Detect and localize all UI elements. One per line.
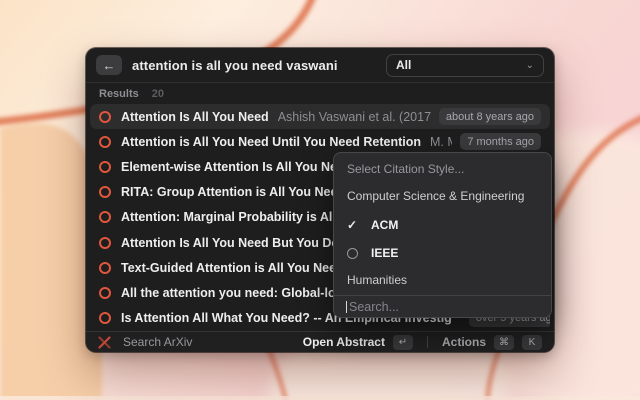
search-header: ← attention is all you need vaswani All …: [86, 48, 554, 82]
circle-icon: [99, 287, 111, 299]
citation-style-list: Select Citation Style... Computer Scienc…: [334, 153, 551, 295]
result-author: Ashish Vaswani et al. (2017): [278, 110, 431, 124]
results-label: Results: [99, 88, 139, 100]
radio-circle-icon: [347, 248, 358, 259]
result-author: M. Murat Yaslioglu (2025): [430, 135, 452, 149]
citation-option-label: IEEE: [371, 246, 398, 260]
circle-icon: [99, 111, 111, 123]
chevron-down-icon: ⌄: [526, 60, 534, 71]
result-age-badge: 7 months ago: [460, 133, 541, 150]
result-row-2[interactable]: Attention is All You Need Until You Need…: [90, 129, 550, 154]
circle-icon: [99, 237, 111, 249]
command-key-icon: ⌘: [494, 335, 514, 350]
result-title: Element-wise Attention Is All You Need: [121, 160, 352, 174]
result-age-badge: about 8 years ago: [439, 108, 541, 125]
citation-dropdown-placeholder: Select Citation Style...: [340, 162, 545, 176]
check-icon: ✓: [347, 218, 357, 232]
results-count: 20: [152, 88, 164, 100]
citation-search-placeholder: Search...: [349, 300, 399, 314]
footer-divider: [427, 336, 428, 348]
results-bar: Results 20: [86, 83, 554, 104]
circle-icon: [99, 211, 111, 223]
extension-name: Search ArXiv: [123, 335, 192, 349]
actions-button[interactable]: Actions: [442, 335, 486, 349]
footer-bar: Search ArXiv Open Abstract ↵ Actions ⌘ K: [86, 331, 554, 352]
text-cursor: [346, 301, 347, 313]
arxiv-logo-icon: [98, 336, 111, 349]
circle-icon: [99, 186, 111, 198]
citation-option-label: ACM: [371, 218, 398, 232]
circle-icon: [99, 136, 111, 148]
return-key-icon: ↵: [393, 335, 413, 350]
open-abstract-button[interactable]: Open Abstract: [303, 335, 385, 349]
citation-style-dropdown: Select Citation Style... Computer Scienc…: [333, 152, 552, 318]
back-arrow-icon: ←: [103, 59, 116, 72]
result-row-1[interactable]: Attention Is All You Need Ashish Vaswani…: [90, 104, 550, 129]
back-button[interactable]: ←: [96, 55, 122, 75]
circle-icon: [99, 161, 111, 173]
citation-search-field[interactable]: Search...: [334, 295, 551, 317]
search-query-input[interactable]: attention is all you need vaswani: [132, 58, 338, 73]
citation-option-acm[interactable]: ✓ ACM: [340, 212, 545, 238]
category-filter-value: All: [396, 58, 411, 72]
k-key-icon: K: [522, 335, 542, 350]
circle-icon: [99, 262, 111, 274]
section-humanities: Humanities: [340, 273, 545, 287]
category-filter-dropdown[interactable]: All ⌄: [386, 54, 544, 77]
section-cs-engineering: Computer Science & Engineering: [340, 189, 545, 203]
circle-icon: [99, 312, 111, 324]
citation-option-ieee[interactable]: IEEE: [340, 240, 545, 266]
result-title: Attention Is All You Need: [121, 110, 269, 124]
result-title: Attention is All You Need Until You Need…: [121, 135, 421, 149]
